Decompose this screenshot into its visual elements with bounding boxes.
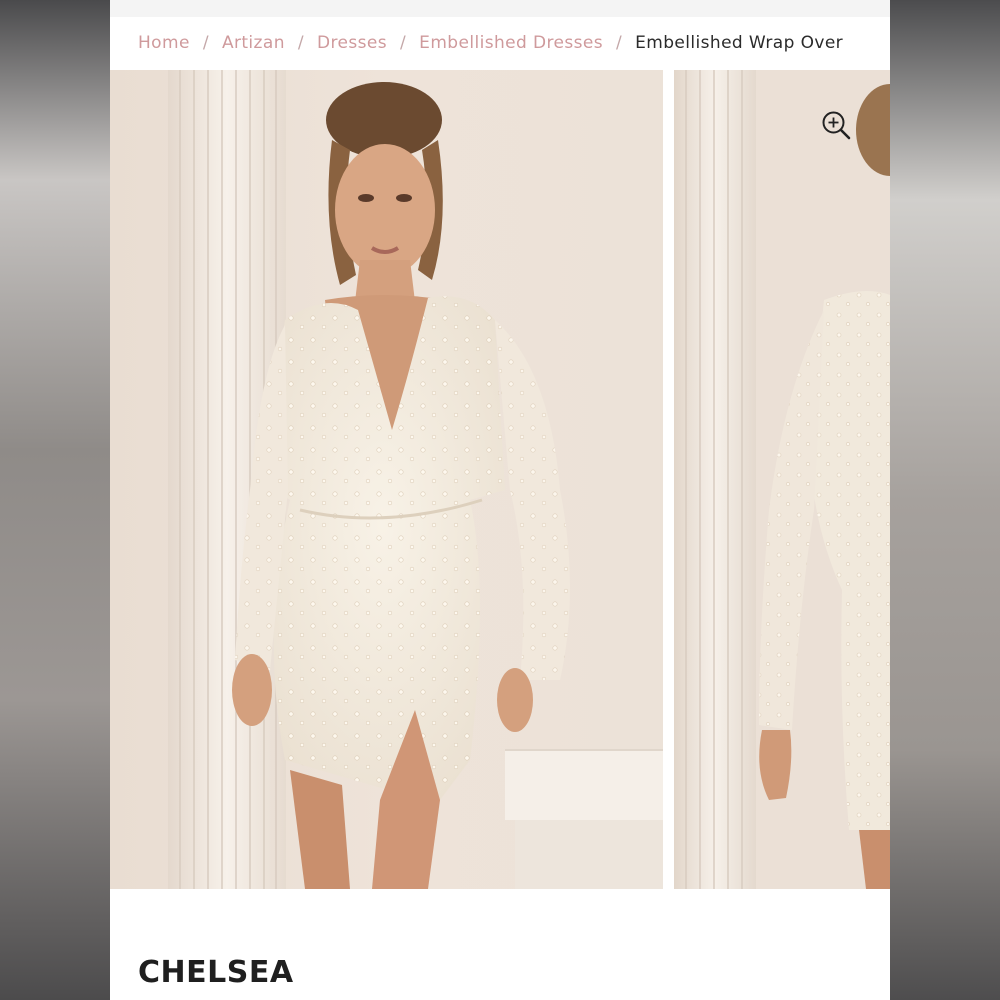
breadcrumb-embellished-dresses-link[interactable]: Embellished Dresses	[419, 33, 603, 53]
breadcrumb-artizan-link[interactable]: Artizan	[222, 33, 285, 53]
breadcrumb-current-page: Embellished Wrap Over	[635, 33, 844, 53]
zoom-in-icon[interactable]	[821, 110, 851, 140]
breadcrumb-separator: /	[202, 33, 209, 53]
product-image-front[interactable]	[110, 70, 663, 889]
product-title: CHELSEA	[138, 955, 294, 990]
letterbox-right	[890, 0, 1000, 1000]
breadcrumb-home-link[interactable]: Home	[138, 33, 190, 53]
breadcrumb-separator: /	[297, 33, 305, 53]
breadcrumb-dresses-link[interactable]: Dresses	[317, 33, 387, 53]
product-image-side[interactable]	[674, 70, 890, 889]
letterbox-left	[0, 0, 110, 1000]
product-photo-front-illustration	[110, 70, 663, 889]
breadcrumb-separator: /	[400, 33, 407, 53]
product-page: Home / Artizan / Dresses / Embellished Dresses…	[110, 0, 890, 1000]
product-photo-side-illustration	[674, 70, 890, 889]
breadcrumb-separator: /	[615, 33, 623, 53]
top-bar	[110, 0, 890, 17]
breadcrumb: Home / Artizan / Dresses / Embellished Dresses…	[138, 33, 843, 57]
